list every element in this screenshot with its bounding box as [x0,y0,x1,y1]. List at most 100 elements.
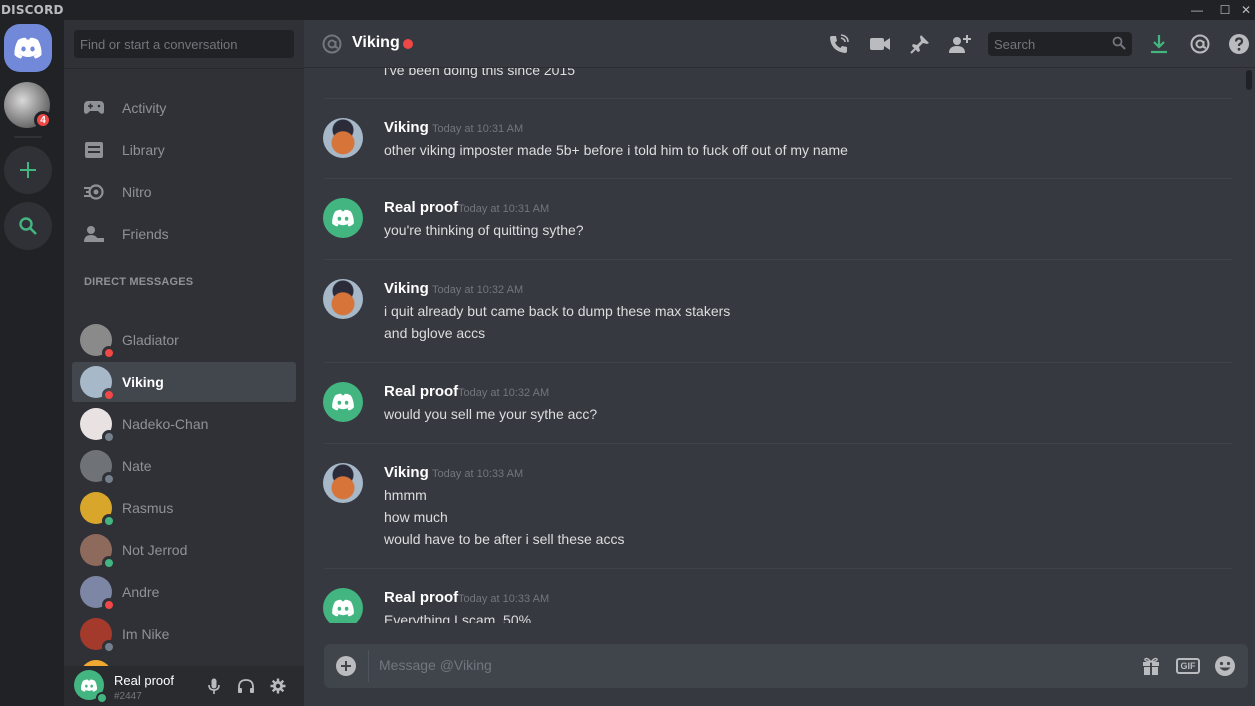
message-avatar[interactable] [323,279,363,319]
discord-logo-icon [14,37,42,59]
minimize-button[interactable]: — [1183,0,1211,20]
message-text: would have to be after i sell these accs [384,531,625,547]
message-author[interactable]: Viking [384,119,429,136]
nav-nitro[interactable]: Nitro [72,172,296,212]
phone-call-icon [830,34,849,53]
message-text: hmmm [384,487,427,503]
find-conversation-search[interactable]: Find or start a conversation [74,30,294,58]
message-timestamp: Today at 10:31 AM [458,203,550,215]
status-indicator-offline [102,472,116,486]
dm-item[interactable]: Nadeko-Chan [72,404,296,444]
message-avatar[interactable] [323,588,363,623]
message-avatar[interactable] [323,382,363,422]
message-author[interactable]: Viking [384,280,429,297]
sidebar-divider [64,68,304,69]
user-status-online [96,692,108,704]
direct-messages-header: DIRECT MESSAGES [84,276,194,288]
message-author[interactable]: Real proof [384,589,458,606]
explore-servers-button[interactable] [4,202,52,250]
dm-item[interactable]: Viking [72,362,296,402]
dm-avatar [80,534,116,570]
dm-name: Nate [122,458,152,474]
message-input[interactable]: Message @Viking [379,657,492,673]
mute-button[interactable] [204,676,224,696]
start-video-call-button[interactable] [868,32,892,56]
status-indicator-dnd [102,388,116,402]
plus-icon [20,162,36,178]
scrollbar-thumb[interactable] [1246,70,1252,90]
message-avatar[interactable] [323,118,363,158]
status-indicator-online [102,514,116,528]
dm-item[interactable]: Im Nike [72,614,296,654]
gif-button[interactable]: GIF [1176,654,1200,678]
pinned-messages-button[interactable] [908,32,932,56]
user-panel: Real proof #2447 [64,666,304,706]
deafen-button[interactable] [236,676,256,696]
message-text: how much [384,509,448,525]
dm-sidebar: Find or start a conversation Activity Li… [64,20,304,706]
nav-library[interactable]: Library [72,130,296,170]
dm-item[interactable]: Andre [72,572,296,612]
status-indicator-offline [102,640,116,654]
dm-name: Viking [122,374,164,390]
nav-friends-label: Friends [122,226,169,242]
user-name: Real proof [114,673,174,688]
maximize-button[interactable]: ☐ [1211,0,1239,20]
add-server-button[interactable] [4,146,52,194]
message-author[interactable]: Real proof [384,199,458,216]
message-composer: Message @Viking GIF [324,644,1248,688]
add-friends-to-dm-button[interactable] [948,32,972,56]
dm-name: Im Nike [122,626,170,642]
message-scrollbar[interactable] [1246,68,1254,623]
help-button[interactable] [1227,32,1251,56]
dm-avatar [80,576,116,612]
message-list: i've been doing this since 2015 Viking Tod… [304,68,1255,623]
status-indicator-offline [102,430,116,444]
message-search-input[interactable]: Search [988,32,1132,56]
start-voice-call-button[interactable] [827,32,851,56]
message-text: you're thinking of quitting sythe? [384,222,584,238]
message-text: other viking imposter made 5b+ before i … [384,142,848,158]
message-text: Everything I scam, 50% [384,612,532,623]
gift-button[interactable] [1139,654,1163,678]
upload-button[interactable] [336,656,356,676]
server-list: 4 [0,20,64,706]
plus-circle-icon [341,661,351,671]
home-button[interactable] [4,24,52,72]
dm-item[interactable]: Not Jerrod [72,530,296,570]
download-apps-button[interactable] [1147,32,1171,56]
mentions-button[interactable] [1188,32,1212,56]
dm-item[interactable]: Rasmus [72,488,296,528]
dm-avatar [80,366,116,402]
message-avatar[interactable] [323,198,363,238]
message-divider [324,362,1232,363]
status-indicator-online [102,556,116,570]
mention-badge: 4 [34,111,52,129]
title-bar: DISCORD — ☐ ✕ [0,0,1255,20]
user-settings-button[interactable] [268,676,288,696]
dm-name: Rasmus [122,500,174,516]
status-indicator-dnd [102,346,116,360]
message-divider [324,443,1232,444]
emoji-button[interactable] [1213,654,1237,678]
close-button[interactable]: ✕ [1237,0,1255,20]
emoji-icon [1215,656,1235,676]
download-icon [1151,35,1167,54]
dm-item[interactable]: Gladiator [72,320,296,360]
video-camera-icon [870,38,890,50]
nav-friends[interactable]: Friends [72,214,296,254]
message-avatar[interactable] [323,463,363,503]
message-timestamp: Today at 10:32 AM [458,387,550,399]
nav-activity[interactable]: Activity [72,88,296,128]
gif-icon: GIF [1176,658,1200,674]
message-author[interactable]: Viking [384,464,429,481]
channel-recipient-name: Viking [352,34,400,51]
dm-name: Gladiator [122,332,179,348]
message-author[interactable]: Real proof [384,383,458,400]
dm-item[interactable]: Nate [72,446,296,486]
pin-icon [910,35,929,54]
message-text: would you sell me your sythe acc? [384,406,598,422]
message-divider [324,568,1232,569]
user-tag: #2447 [114,691,142,702]
dm-name: Andre [122,584,160,600]
